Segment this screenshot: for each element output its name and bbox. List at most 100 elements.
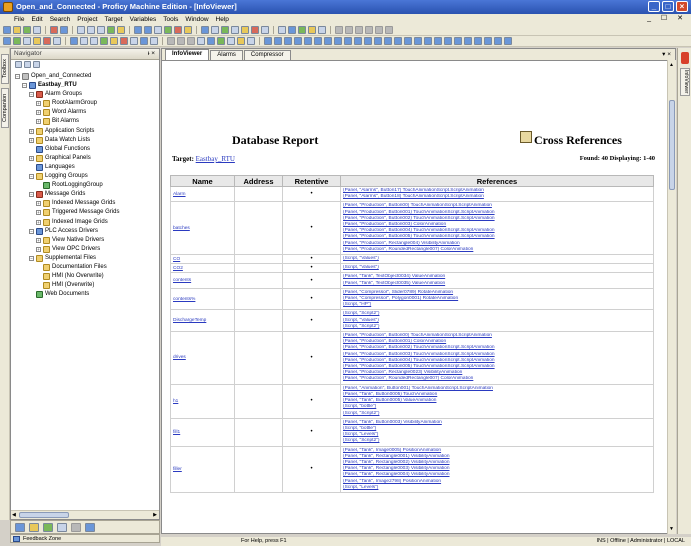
tb2-button-icon[interactable]	[434, 37, 442, 45]
tree-node[interactable]: Web Documents	[11, 290, 159, 299]
menu-search[interactable]: Search	[50, 16, 71, 23]
tb2-button-icon[interactable]	[217, 37, 225, 45]
tb2-button-icon[interactable]	[43, 37, 51, 45]
tb2-button-icon[interactable]	[454, 37, 462, 45]
tb2-button-icon[interactable]	[274, 37, 282, 45]
tree-node[interactable]: − Logging Groups	[11, 172, 159, 181]
tb2-button-icon[interactable]	[80, 37, 88, 45]
scroll-thumb[interactable]	[19, 512, 69, 518]
tb1-button-icon[interactable]	[23, 26, 31, 34]
tree-node[interactable]: Global Functions	[11, 145, 159, 154]
tb1-button-icon[interactable]	[385, 26, 393, 34]
variable-name-link[interactable]: drives	[170, 331, 235, 385]
tree-node[interactable]: − Open_and_Connected	[11, 72, 159, 81]
toolbox-tab[interactable]: Toolbox	[1, 54, 9, 84]
variable-name-link[interactable]: CO	[170, 254, 235, 265]
expand-icon[interactable]: +	[36, 101, 41, 107]
menu-help[interactable]: Help	[216, 16, 229, 23]
tb1-button-icon[interactable]	[278, 26, 286, 34]
tree-node[interactable]: − Message Grids	[11, 190, 159, 199]
tb1-button-icon[interactable]	[355, 26, 363, 34]
tb1-button-icon[interactable]	[298, 26, 306, 34]
collapse-icon[interactable]: −	[29, 192, 34, 198]
close-button[interactable]: ×	[676, 1, 688, 12]
project-view-icon[interactable]	[15, 522, 25, 532]
reference-link[interactable]: (Script, "Script2")	[343, 324, 651, 330]
tb1-button-icon[interactable]	[60, 26, 68, 34]
tb1-button-icon[interactable]	[211, 26, 219, 34]
expand-icon[interactable]: +	[36, 119, 41, 125]
tb2-button-icon[interactable]	[354, 37, 362, 45]
tb1-button-icon[interactable]	[184, 26, 192, 34]
navigator-hscrollbar[interactable]: ◀ ▶	[11, 510, 159, 519]
variable-name-link[interactable]: CO2	[170, 263, 235, 274]
tree-node[interactable]: − Eastbay_RTU	[11, 81, 159, 90]
options-view-icon[interactable]	[43, 522, 53, 532]
tb1-button-icon[interactable]	[174, 26, 182, 34]
menu-file[interactable]: File	[14, 16, 24, 23]
tb2-button-icon[interactable]	[414, 37, 422, 45]
tb2-button-icon[interactable]	[314, 37, 322, 45]
tb1-button-icon[interactable]	[345, 26, 353, 34]
tb2-button-icon[interactable]	[120, 37, 128, 45]
tb2-button-icon[interactable]	[140, 37, 148, 45]
tb2-button-icon[interactable]	[247, 37, 255, 45]
mdi-window-controls[interactable]: _ ☐ ✕	[647, 14, 687, 22]
view-tree-icon[interactable]	[24, 61, 31, 68]
expand-icon[interactable]: +	[29, 128, 34, 134]
tb2-button-icon[interactable]	[53, 37, 61, 45]
tb2-button-icon[interactable]	[227, 37, 235, 45]
tb1-button-icon[interactable]	[107, 26, 115, 34]
tree-node[interactable]: HMI (No Overwrite)	[11, 272, 159, 281]
tb2-button-icon[interactable]	[110, 37, 118, 45]
collapse-icon[interactable]: −	[29, 228, 34, 234]
tb1-button-icon[interactable]	[77, 26, 85, 34]
tb1-button-icon[interactable]	[308, 26, 316, 34]
tb2-button-icon[interactable]	[504, 37, 512, 45]
tree-node[interactable]: + Graphical Panels	[11, 154, 159, 163]
tb1-button-icon[interactable]	[201, 26, 209, 34]
tb1-button-icon[interactable]	[134, 26, 142, 34]
reference-link[interactable]: (Panel, "Alarms", Button18) TouchAnimati…	[343, 194, 651, 200]
tb1-button-icon[interactable]	[261, 26, 269, 34]
scroll-left-icon[interactable]: ◀	[12, 512, 16, 518]
expand-icon[interactable]: +	[36, 110, 41, 116]
tree-node[interactable]: + Indexed Message Grids	[11, 199, 159, 208]
tb2-button-icon[interactable]	[464, 37, 472, 45]
tb2-button-icon[interactable]	[90, 37, 98, 45]
tree-node[interactable]: + Indexed Image Grids	[11, 218, 159, 227]
collapse-icon[interactable]: −	[29, 174, 34, 180]
manager-view-icon[interactable]	[71, 522, 81, 532]
tb2-button-icon[interactable]	[33, 37, 41, 45]
tree-node[interactable]: + Application Scripts	[11, 127, 159, 136]
reference-link[interactable]: (Script, "Script2")	[343, 438, 651, 444]
variable-name-link[interactable]: contents%	[170, 287, 235, 311]
navigator-close-button[interactable]: ᵻ ×	[148, 49, 155, 59]
tb2-button-icon[interactable]	[100, 37, 108, 45]
tb1-button-icon[interactable]	[288, 26, 296, 34]
tb2-button-icon[interactable]	[187, 37, 195, 45]
infoviewer-side-tab[interactable]: InfoViewer	[680, 68, 690, 96]
collapse-icon[interactable]: −	[15, 74, 20, 79]
tb1-button-icon[interactable]	[375, 26, 383, 34]
reference-link[interactable]: (Panel, "Production", RoundedRectangle00…	[343, 376, 651, 382]
tree-node[interactable]: + Triggered Message Grids	[11, 208, 159, 217]
reference-link[interactable]: (Panel, "Tank", TextObject0035) ValueAni…	[343, 281, 651, 287]
tb1-button-icon[interactable]	[87, 26, 95, 34]
tab-compressor[interactable]: Compressor	[243, 50, 291, 60]
tb2-button-icon[interactable]	[294, 37, 302, 45]
tb2-button-icon[interactable]	[284, 37, 292, 45]
menu-edit[interactable]: Edit	[31, 16, 42, 23]
menu-target[interactable]: Target	[105, 16, 123, 23]
tree-node[interactable]: RootLoggingGroup	[11, 181, 159, 190]
tb2-button-icon[interactable]	[484, 37, 492, 45]
tb1-button-icon[interactable]	[97, 26, 105, 34]
expand-icon[interactable]: +	[36, 219, 41, 225]
tree-node[interactable]: − Supplemental Files	[11, 254, 159, 263]
tree-node[interactable]: + RootAlarmGroup	[11, 99, 159, 108]
tab-infoviewer[interactable]: InfoViewer	[165, 49, 210, 60]
tree-node[interactable]: + View Native Drivers	[11, 236, 159, 245]
tb1-button-icon[interactable]	[33, 26, 41, 34]
tb2-button-icon[interactable]	[374, 37, 382, 45]
collapse-icon[interactable]: −	[22, 83, 27, 89]
